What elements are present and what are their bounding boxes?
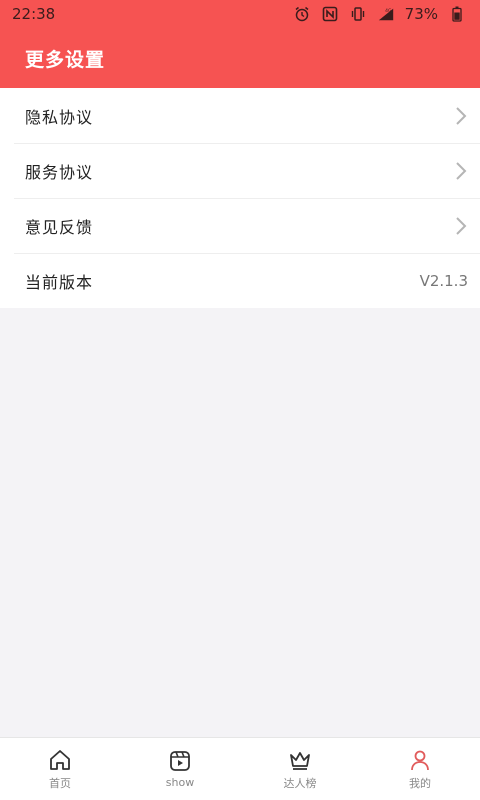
tab-label: show	[165, 776, 195, 789]
tab-mine[interactable]: 我的	[360, 738, 480, 800]
settings-item-version: 当前版本 V2.1.3	[0, 253, 480, 308]
user-icon	[408, 748, 432, 772]
tab-show[interactable]: show	[120, 738, 240, 800]
page-title: 更多设置	[25, 48, 106, 71]
settings-list: 隐私协议 服务协议 意见反馈 当前版本 V2.1.3	[0, 88, 480, 308]
page-header: 更多设置	[0, 28, 480, 88]
tab-home[interactable]: 首页	[0, 738, 120, 800]
battery-icon	[448, 5, 466, 23]
settings-item-privacy[interactable]: 隐私协议	[0, 88, 480, 143]
tab-label: 达人榜	[283, 776, 317, 790]
chevron-right-icon	[454, 215, 468, 237]
settings-item-service[interactable]: 服务协议	[0, 143, 480, 198]
svg-text:4G: 4G	[385, 8, 392, 14]
nfc-icon	[321, 5, 339, 23]
home-icon	[48, 748, 72, 772]
crown-icon	[288, 748, 312, 772]
status-icons: 4G 73%	[293, 5, 466, 23]
settings-item-feedback[interactable]: 意见反馈	[0, 198, 480, 253]
alarm-icon	[293, 5, 311, 23]
chevron-right-icon	[454, 160, 468, 182]
settings-item-label: 服务协议	[25, 162, 94, 182]
settings-item-label: 当前版本	[25, 272, 94, 292]
tab-label: 我的	[409, 776, 431, 790]
status-bar: 22:38 4G 73%	[0, 0, 480, 28]
tab-ranking[interactable]: 达人榜	[240, 738, 360, 800]
video-icon	[168, 749, 192, 773]
signal-icon: 4G	[377, 5, 395, 23]
version-value: V2.1.3	[419, 271, 468, 290]
vibrate-icon	[349, 5, 367, 23]
battery-percent: 73%	[404, 5, 438, 23]
chevron-right-icon	[454, 105, 468, 127]
settings-item-label: 隐私协议	[25, 107, 94, 127]
settings-item-label: 意见反馈	[25, 217, 94, 237]
status-time: 22:38	[12, 5, 56, 23]
bottom-tab-bar: 首页 show 达人榜 我的	[0, 737, 480, 800]
tab-label: 首页	[49, 776, 71, 790]
